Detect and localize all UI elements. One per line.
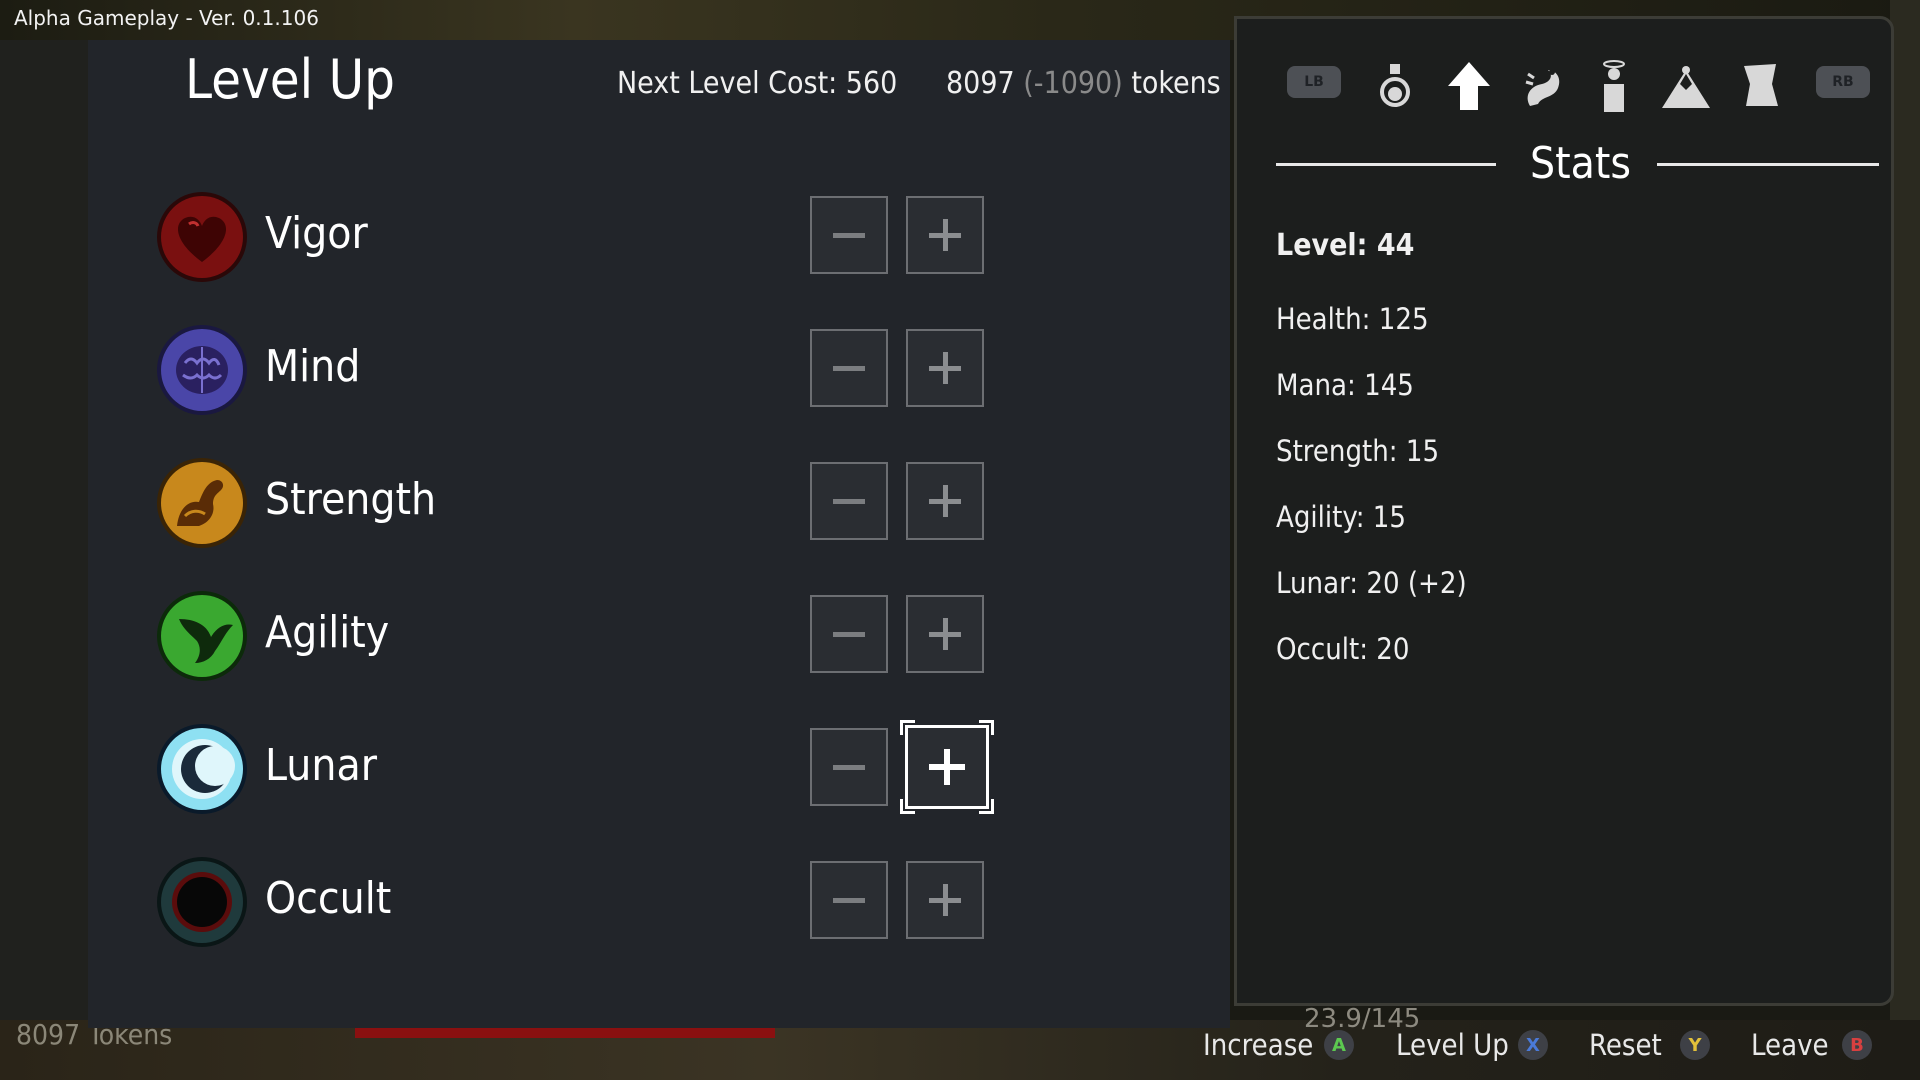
- attribute-row-vigor: Vigor: [155, 190, 1055, 290]
- token-balance: 8097 (-1090) tokens: [946, 66, 1221, 101]
- attribute-label: Lunar: [265, 740, 377, 791]
- focus-corner: [900, 720, 915, 735]
- level-up-arrow-icon[interactable]: [1446, 60, 1492, 116]
- game-background-left: [0, 40, 90, 1030]
- version-label: Alpha Gameplay - Ver. 0.1.106: [14, 6, 319, 30]
- dark-orb-icon: [155, 855, 249, 949]
- focus-corner: [979, 720, 994, 735]
- page-title: Level Up: [185, 48, 395, 111]
- decrease-vigor-button[interactable]: [810, 196, 888, 274]
- token-delta: (-1090): [1023, 66, 1123, 101]
- b-button-icon[interactable]: B: [1842, 1030, 1872, 1060]
- attribute-label: Agility: [265, 607, 390, 658]
- increase-vigor-button[interactable]: [906, 196, 984, 274]
- attribute-row-agility: Agility: [155, 589, 1055, 689]
- increase-agility-button[interactable]: [906, 595, 984, 673]
- increase-mind-button[interactable]: [906, 329, 984, 407]
- attribute-row-mind: Mind: [155, 323, 1055, 423]
- focus-corner: [900, 799, 915, 814]
- next-level-cost: Next Level Cost: 560: [617, 66, 898, 101]
- decrease-mind-button[interactable]: [810, 329, 888, 407]
- token-amount: 8097: [946, 66, 1015, 101]
- decrease-lunar-button[interactable]: [810, 728, 888, 806]
- dragon-icon[interactable]: [1520, 60, 1568, 116]
- decrease-occult-button[interactable]: [810, 861, 888, 939]
- prompt-leave-label: Leave: [1751, 1028, 1829, 1062]
- stat-lunar: Lunar: 20 (+2): [1276, 566, 1467, 600]
- attribute-label: Vigor: [265, 208, 368, 259]
- flexed-arm-icon: [155, 456, 249, 550]
- prompt-increase-label: Increase: [1203, 1028, 1314, 1062]
- stat-occult: Occult: 20: [1276, 632, 1410, 666]
- crescent-moon-icon: [155, 722, 249, 816]
- attribute-label: Mind: [265, 341, 361, 392]
- stat-level: Level: 44: [1276, 228, 1415, 263]
- increase-occult-button[interactable]: [906, 861, 984, 939]
- right-bumper-button[interactable]: RB: [1816, 66, 1870, 98]
- a-button-icon[interactable]: A: [1324, 1030, 1354, 1060]
- stat-strength: Strength: 15: [1276, 434, 1440, 468]
- stat-health: Health: 125: [1276, 302, 1429, 336]
- prompt-reset-label: Reset: [1589, 1028, 1662, 1062]
- wing-icon: [155, 589, 249, 683]
- stat-agility: Agility: 15: [1276, 500, 1406, 534]
- heart-icon: [155, 190, 249, 284]
- attribute-row-strength: Strength: [155, 456, 1055, 556]
- attribute-row-lunar: Lunar: [155, 720, 1055, 822]
- prompt-level-up-label: Level Up: [1396, 1028, 1509, 1062]
- increase-lunar-button[interactable]: [900, 720, 994, 814]
- decrease-strength-button[interactable]: [810, 462, 888, 540]
- header-divider-right: [1657, 163, 1879, 166]
- header-divider-left: [1276, 163, 1496, 166]
- hud-health-bar: [355, 1028, 775, 1038]
- brain-icon: [155, 323, 249, 417]
- figure-icon[interactable]: [1598, 60, 1630, 118]
- x-button-icon[interactable]: X: [1518, 1030, 1548, 1060]
- game-background-right: [1890, 0, 1920, 1080]
- attribute-row-occult: Occult: [155, 855, 1055, 955]
- potion-icon[interactable]: [1378, 60, 1412, 114]
- attribute-label: Strength: [265, 474, 437, 525]
- focus-corner: [979, 799, 994, 814]
- left-bumper-button[interactable]: LB: [1287, 66, 1341, 98]
- attribute-label: Occult: [265, 873, 392, 924]
- camp-icon[interactable]: [1660, 60, 1712, 114]
- stat-mana: Mana: 145: [1276, 368, 1414, 402]
- stats-header: Stats: [1530, 138, 1632, 189]
- token-unit: tokens: [1131, 66, 1221, 101]
- decrease-agility-button[interactable]: [810, 595, 888, 673]
- increase-strength-button[interactable]: [906, 462, 984, 540]
- scroll-map-icon[interactable]: [1740, 60, 1780, 114]
- y-button-icon[interactable]: Y: [1680, 1030, 1710, 1060]
